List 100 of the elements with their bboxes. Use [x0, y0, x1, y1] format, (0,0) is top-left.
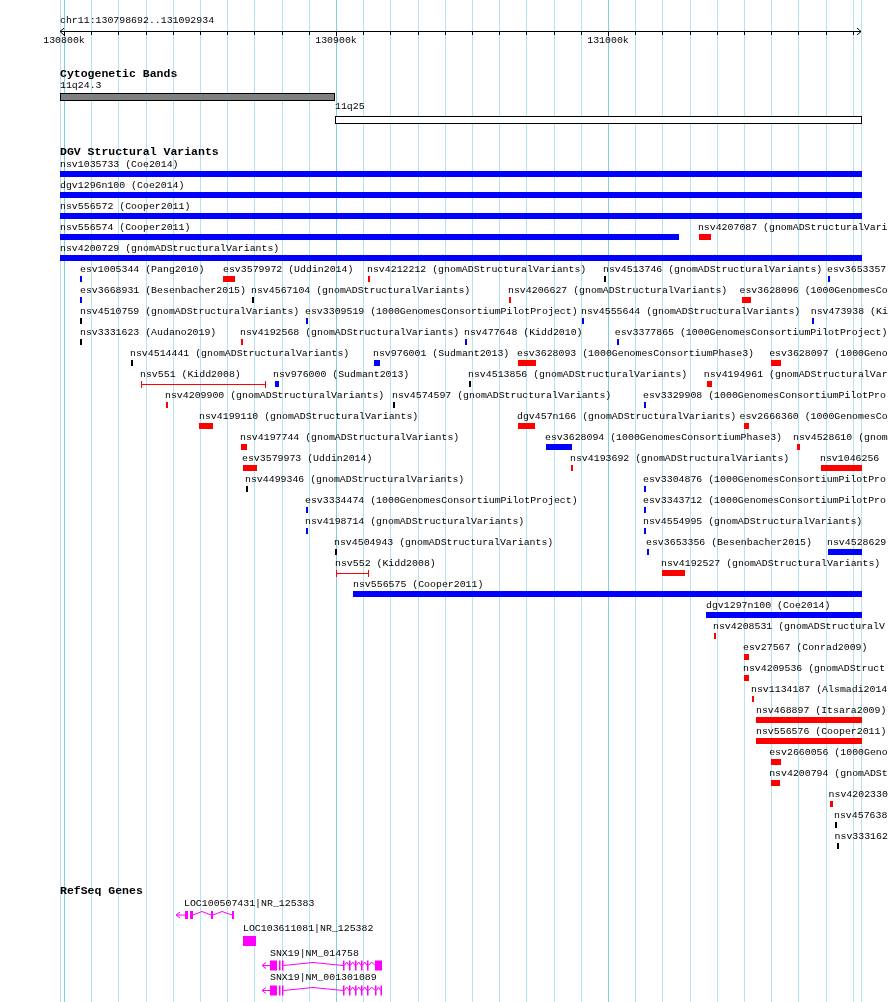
variant-label: nsv4206627 (gnomADStructuralVariants) — [508, 286, 728, 296]
variant-label: esv3653357 — [827, 265, 887, 275]
variant-label: nsv4200794 (gnomADSt — [769, 769, 888, 779]
variant-bar[interactable] — [199, 423, 213, 429]
variant-bar[interactable] — [60, 234, 679, 240]
variant-label: nsv4504943 (gnomADStructuralVariants) — [334, 538, 554, 548]
variant-label: esv1005344 (Pang2010) — [80, 265, 205, 275]
variant-bar[interactable] — [771, 759, 781, 765]
variant-label: esv3653356 (Besenbacher2015) — [646, 538, 812, 548]
variant-bar[interactable] — [243, 465, 257, 471]
variant-label: nsv4514441 (gnomADStructuralVariants) — [130, 349, 350, 359]
variant-label: nsv556575 (Cooper2011) — [353, 580, 484, 590]
variant-label: nsv551 (Kidd2008) — [140, 370, 241, 380]
variant-bar[interactable] — [797, 444, 800, 450]
variant-bar[interactable] — [699, 234, 711, 240]
variant-label: esv3343712 (1000GenomesConsortiumPilotPro — [643, 496, 886, 506]
cytoband-label: 11q25 — [335, 102, 365, 112]
variant-label: nsv4197744 (gnomADStructuralVariants) — [240, 433, 460, 443]
variant-label: nsv556574 (Cooper2011) — [60, 223, 191, 233]
variant-bar[interactable] — [546, 444, 572, 450]
ruler-tick-label: 130900k — [315, 36, 357, 46]
variant-bar[interactable] — [374, 360, 380, 366]
variant-bar[interactable] — [771, 360, 781, 366]
variant-label: nsv3331623 (Audano2019) — [80, 328, 217, 338]
gene-label: LOC100507431|NR_125383 — [184, 899, 315, 909]
variant-label: nsv4574597 (gnomADStructuralVariants) — [392, 391, 612, 401]
variant-label: esv3579973 (Uddin2014) — [242, 454, 373, 464]
gene-label: LOC103611081|NR_125382 — [243, 924, 374, 934]
variant-bar[interactable] — [275, 381, 279, 387]
variant-bar[interactable] — [518, 360, 536, 366]
variant-bar[interactable] — [662, 570, 685, 576]
variant-label: esv3668931 (Besenbacher2015) — [80, 286, 246, 296]
variant-bar[interactable] — [756, 717, 862, 723]
variant-bar[interactable] — [60, 171, 862, 177]
variant-bar[interactable] — [60, 192, 862, 198]
variant-bar[interactable] — [707, 381, 712, 387]
variant-label: nsv4212212 (gnomADStructuralVariants) — [367, 265, 587, 275]
variant-label: nsv976001 (Sudmant2013) — [373, 349, 510, 359]
variant-bar[interactable] — [742, 297, 751, 303]
variant-label: nsv4198714 (gnomADStructuralVariants) — [305, 517, 525, 527]
variant-label: nsv4199110 (gnomADStructuralVariants) — [199, 412, 419, 422]
variant-label: dgv457n166 (gnomADStructuralVariants) — [517, 412, 737, 422]
variant-label: esv3628096 (1000GenomesCo — [739, 286, 888, 296]
variant-label: esv3334474 (1000GenomesConsortiumPilotProject) — [305, 496, 578, 506]
variant-bar[interactable] — [744, 654, 749, 660]
variant-label: nsv556572 (Cooper2011) — [60, 202, 191, 212]
variant-bar[interactable] — [744, 675, 749, 681]
variant-label: nsv468897 (Itsara2009) — [756, 706, 887, 716]
variant-bar[interactable] — [353, 591, 862, 597]
variant-label: nsv4513856 (gnomADStructuralVariants) — [468, 370, 688, 380]
variant-bar[interactable] — [241, 444, 247, 450]
variant-bar[interactable] — [744, 423, 749, 429]
variant-bar[interactable] — [60, 213, 862, 219]
variant-bar[interactable] — [828, 549, 862, 555]
variant-label: nsv4207087 (gnomADStructuralVari — [697, 223, 888, 233]
variant-bar[interactable] — [756, 738, 862, 744]
variant-label: nsv4209900 (gnomADStructuralVariants) — [165, 391, 385, 401]
variant-label: nsv4510759 (gnomADStructuralVariants) — [80, 307, 300, 317]
variant-bar[interactable] — [706, 612, 862, 618]
variant-label: nsv4513746 (gnomADStructuralVariants) — [603, 265, 823, 275]
variant-label: esv3304876 (1000GenomesConsortiumPilotPro — [643, 475, 886, 485]
ruler-tick-label: 130800k — [43, 36, 85, 46]
variant-label: nsv4192568 (gnomADStructuralVariants) — [240, 328, 460, 338]
variant-bar[interactable] — [223, 276, 235, 282]
variant-label: nsv457638 — [834, 811, 888, 821]
variant-label: nsv4202330 — [828, 790, 888, 800]
variant-label: nsv4555644 (gnomADStructuralVariants) — [581, 307, 801, 317]
variant-label: nsv4200729 (gnomADStructuralVariants) — [60, 244, 280, 254]
variant-bar[interactable] — [60, 255, 862, 261]
variant-label: nsv473938 (Ki — [810, 307, 888, 317]
variant-label: nsv4193692 (gnomADStructuralVariants) — [570, 454, 790, 464]
variant-bar[interactable] — [821, 465, 862, 471]
track-title: RefSeq Genes — [60, 885, 143, 897]
variant-label: nsv4554995 (gnomADStructuralVariants) — [643, 517, 863, 527]
variant-label: esv3579972 (Uddin2014) — [223, 265, 354, 275]
variant-label: nsv4192527 (gnomADStructuralVariants) — [661, 559, 881, 569]
variant-bar[interactable] — [830, 801, 833, 807]
variant-span[interactable] — [336, 570, 369, 577]
variant-label: dgv1296n100 (Coe2014) — [60, 181, 185, 191]
variant-bar[interactable] — [771, 780, 780, 786]
variant-label: nsv4194961 (gnomADStructuralVar — [703, 370, 888, 380]
variant-bar[interactable] — [518, 423, 535, 429]
variant-label: esv3329908 (1000GenomesConsortiumPilotPro — [643, 391, 886, 401]
transcript-drawing[interactable] — [175, 910, 235, 920]
transcript-drawing[interactable] — [261, 960, 383, 971]
variant-label: nsv1046256 — [820, 454, 880, 464]
track-title: Cytogenetic Bands — [60, 68, 178, 80]
variant-label: nsv477648 (Kidd2010) — [464, 328, 583, 338]
variant-label: esv27567 (Conrad2009) — [743, 643, 868, 653]
variant-label: dgv1297n100 (Coe2014) — [706, 601, 831, 611]
location-label: chr11:130798692..131092934 — [60, 16, 215, 26]
variant-label: nsv4209536 (gnomADStruct — [743, 664, 886, 674]
transcript-drawing[interactable] — [261, 985, 383, 996]
gene-label: SNX19|NM_014758 — [270, 949, 359, 959]
variant-span[interactable] — [141, 381, 266, 388]
variant-label: nsv4499346 (gnomADStructuralVariants) — [245, 475, 465, 485]
variant-label: nsv1134187 (Alsmadi2014 — [751, 685, 888, 695]
cytoband-label: 11q24.3 — [60, 81, 102, 91]
variant-label: esv2666360 (1000GenomesCo — [739, 412, 888, 422]
variant-label: esv3309519 (1000GenomesConsortiumPilotProject) — [305, 307, 578, 317]
